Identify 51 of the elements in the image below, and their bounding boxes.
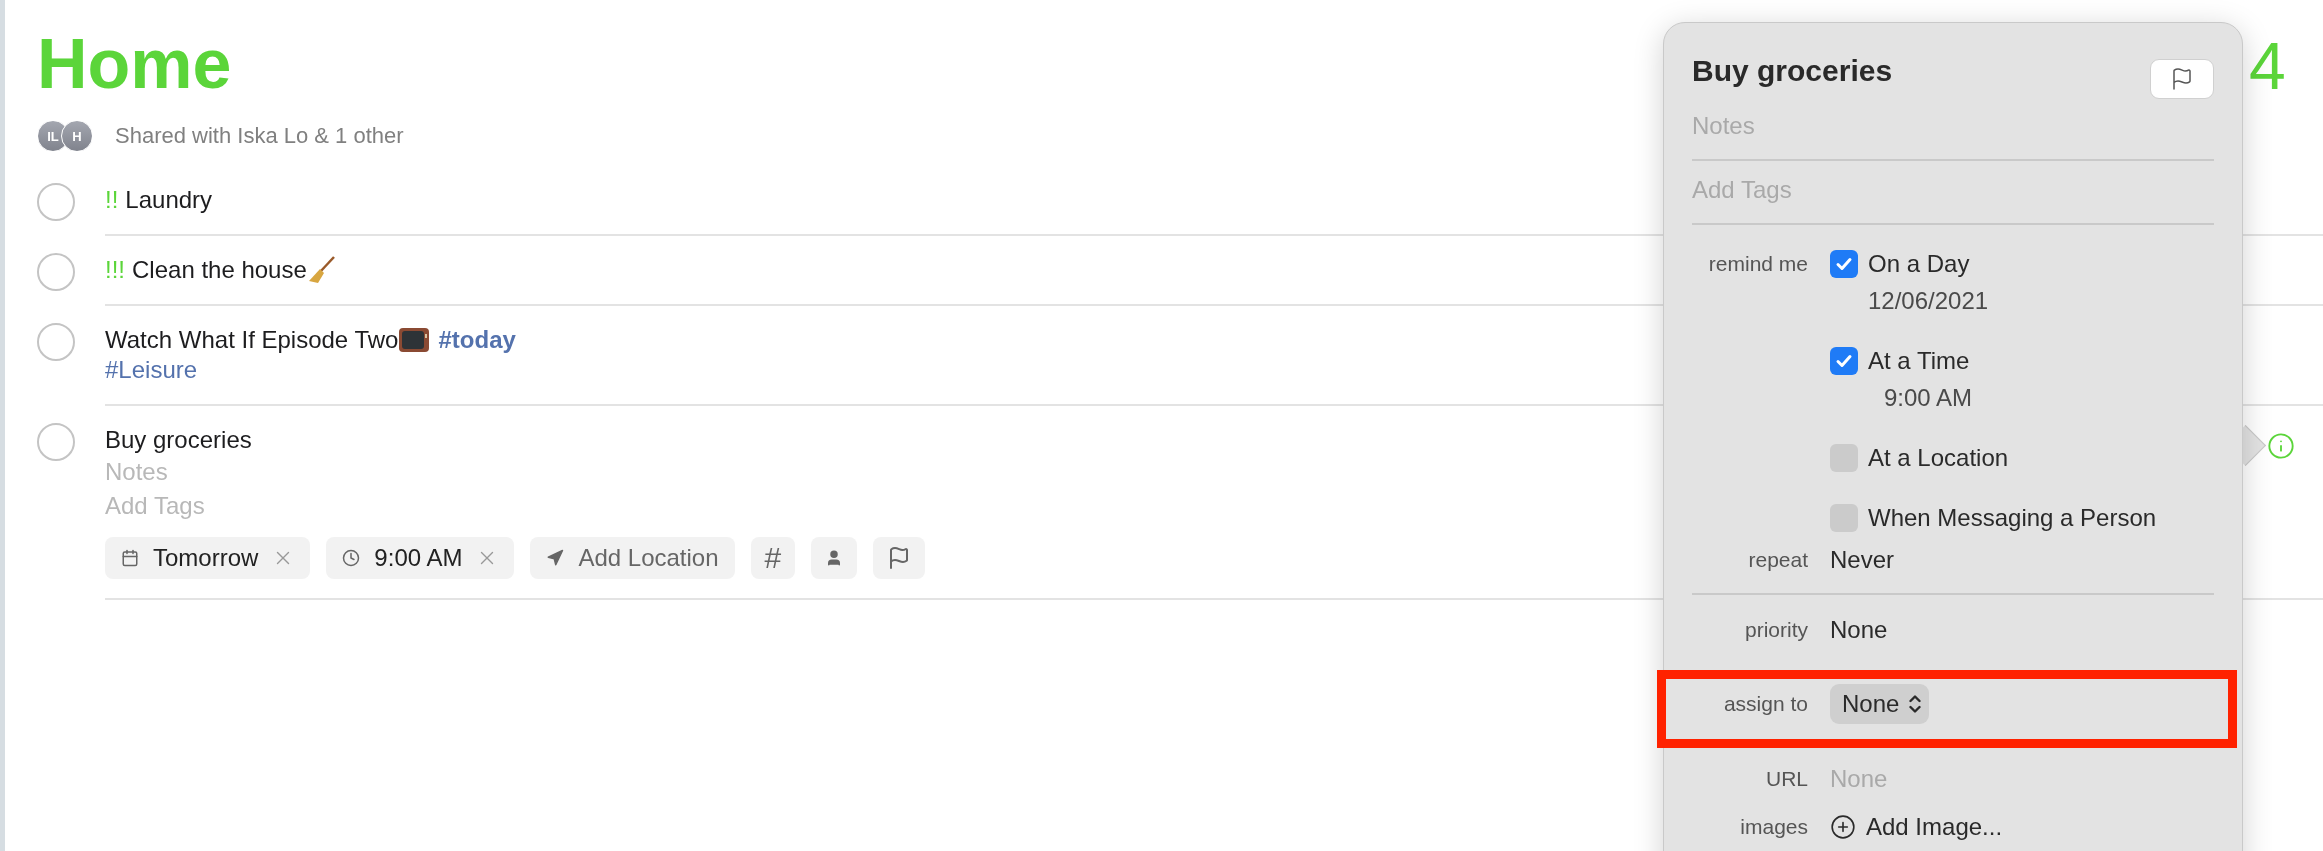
reminder-title[interactable]: Buy groceries [105,425,252,455]
hashtag[interactable]: #today [438,325,516,355]
checkbox-label[interactable]: On a Day [1868,249,1970,279]
clock-icon [342,549,361,567]
tag-chip[interactable]: # [750,537,796,579]
complete-checkbox[interactable] [37,183,75,221]
calendar-icon [121,549,139,567]
field-label: remind me [1707,251,1808,277]
reminder-title[interactable]: Laundry [125,185,213,215]
plus-circle-icon [1830,814,1856,840]
field-label: repeat [1747,547,1808,573]
chevrons-icon [1909,694,1922,714]
complete-checkbox[interactable] [37,323,75,361]
checkbox[interactable] [1830,444,1858,472]
person-chip[interactable] [811,537,858,579]
flag-chip[interactable] [873,537,926,579]
repeat-value[interactable]: Never [1830,545,1895,575]
flag-button[interactable] [2150,59,2214,99]
reminder-title[interactable]: Clean the house [132,255,307,285]
checkbox[interactable] [1830,347,1858,375]
flag-icon [2170,67,2194,91]
list-title: Home [37,24,232,105]
avatar: H [61,120,93,152]
checkbox-label[interactable]: At a Time [1868,346,1970,376]
reminder-value[interactable]: 12/06/2021 [1830,286,2214,316]
time-chip[interactable]: 9:00 AM [326,537,515,579]
date-chip[interactable]: Tomorrow [105,537,311,579]
reminder-title[interactable]: Watch What If Episode Two [105,325,399,355]
priority-marks: !!! [105,255,125,285]
field-label: priority [1744,617,1808,643]
popover-title: Buy groceries [1692,53,1893,89]
checkbox[interactable] [1830,504,1858,532]
reminder-count: 4 [2249,28,2286,105]
checkbox[interactable] [1830,250,1858,278]
shared-with-text: Shared with Iska Lo & 1 other [115,123,404,149]
info-icon[interactable] [2267,432,2295,460]
location-chip[interactable]: Add Location [530,537,735,579]
field-label: assign to [1722,691,1808,717]
hashtag[interactable]: #Leisure [105,356,198,383]
location-arrow-icon [546,549,565,567]
add-image-button[interactable]: Add Image... [1830,812,2214,842]
field-label: URL [1765,766,1808,792]
complete-checkbox[interactable] [37,423,75,461]
checkbox-label[interactable]: At a Location [1868,443,2009,473]
priority-marks: !! [105,185,119,215]
assign-to-popup[interactable]: None [1830,684,1930,724]
field-label: images [1739,814,1808,840]
reminder-value[interactable]: 9:00 AM [1830,383,2214,413]
complete-checkbox[interactable] [37,253,75,291]
checkbox-label[interactable]: When Messaging a Person [1868,503,2157,533]
priority-value[interactable]: None [1830,615,1888,645]
